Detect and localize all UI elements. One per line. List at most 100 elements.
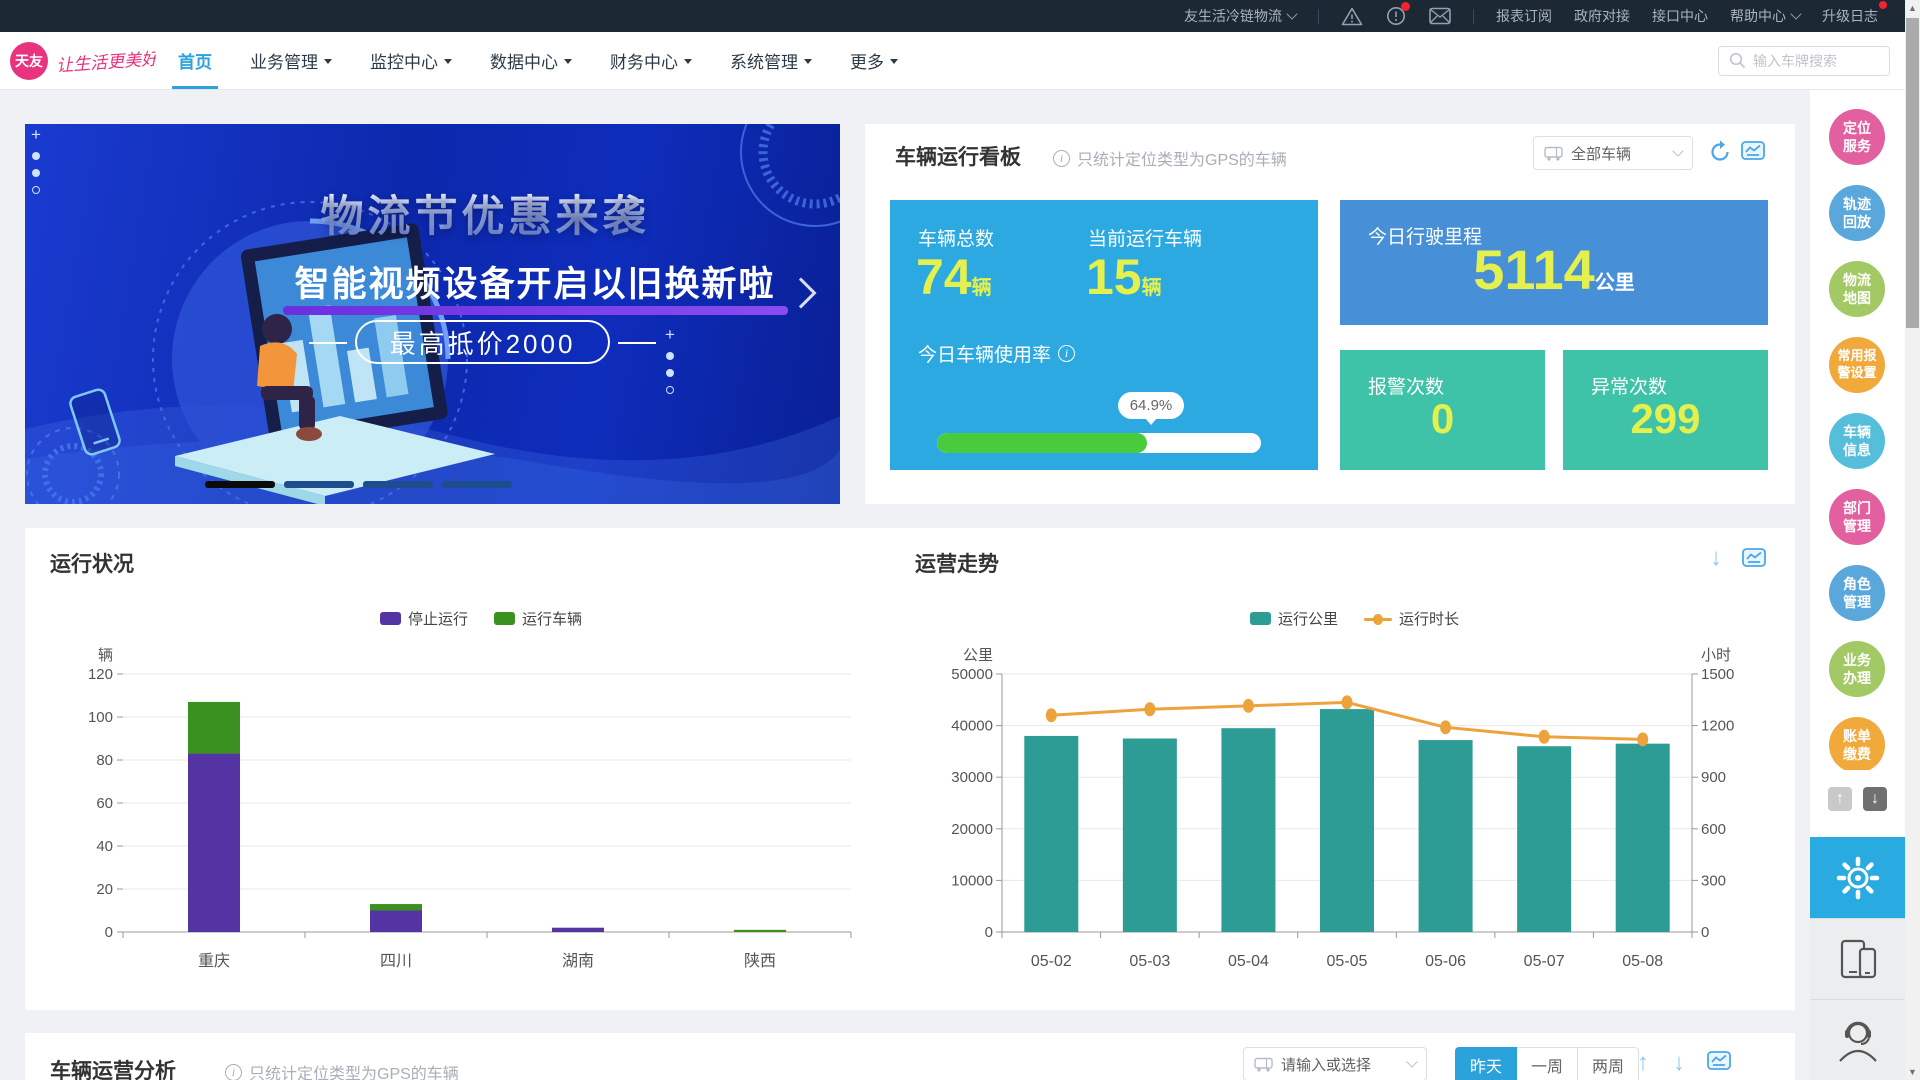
legend-item-stopped[interactable]: 停止运行 xyxy=(380,608,468,629)
chevron-down-icon xyxy=(1406,1056,1417,1067)
range-yesterday-button[interactable]: 昨天 xyxy=(1455,1047,1517,1080)
operation-trend-title: 运营走势 xyxy=(915,548,999,578)
info-icon: i xyxy=(1058,345,1075,362)
notification-badge xyxy=(1401,2,1410,11)
mobile-app-button[interactable] xyxy=(1810,918,1905,999)
search-icon xyxy=(1729,52,1746,69)
nav-item-system[interactable]: 系统管理 xyxy=(730,32,812,89)
nav-menu: 首页 业务管理 监控中心 数据中心 财务中心 系统管理 更多 xyxy=(178,32,898,89)
gps-hint: i 只统计定位类型为GPS的车辆 xyxy=(225,1060,459,1080)
search-input[interactable] xyxy=(1753,53,1879,69)
link-report-subscribe[interactable]: 报表订阅 xyxy=(1496,6,1552,26)
mail-icon[interactable] xyxy=(1429,7,1451,25)
download-icon[interactable]: ↓ xyxy=(1710,546,1722,570)
legend-item-hours[interactable]: 运行时长 xyxy=(1364,608,1459,629)
nav-item-more[interactable]: 更多 xyxy=(850,32,898,89)
shortcut-alarm-settings[interactable]: 常用报警设置 xyxy=(1829,337,1885,393)
carousel-dot[interactable] xyxy=(363,481,433,488)
link-government[interactable]: 政府对接 xyxy=(1574,6,1630,26)
svg-text:四川: 四川 xyxy=(380,953,412,970)
svg-text:0: 0 xyxy=(1701,924,1709,941)
carousel-dot[interactable] xyxy=(442,481,512,488)
warning-icon[interactable] xyxy=(1341,7,1363,26)
carousel-dot[interactable] xyxy=(284,481,354,488)
caret-down-icon xyxy=(890,59,898,68)
shortcut-page-down-button[interactable]: ↓ xyxy=(1863,787,1887,811)
bus-icon xyxy=(1544,146,1563,161)
alert-bell-icon[interactable] xyxy=(1385,5,1407,27)
svg-text:30000: 30000 xyxy=(951,769,993,786)
nav-item-finance[interactable]: 财务中心 xyxy=(610,32,692,89)
trend-chart-icon[interactable] xyxy=(1707,1051,1731,1073)
shortcut-rail: 定位服务 轨迹回放 物流地图 常用报警设置 车辆信息 部门管理 角色管理 业务办… xyxy=(1810,90,1905,1080)
vehicle-dashboard-panel: 车辆运行看板 i 只统计定位类型为GPS的车辆 全部车辆 车辆总数 74辆 当前… xyxy=(865,124,1795,504)
range-one-week-button[interactable]: 一周 xyxy=(1517,1047,1578,1080)
date-range-group: 昨天 一周 两周 xyxy=(1455,1047,1639,1080)
chevron-down-icon xyxy=(1672,145,1683,156)
shortcut-department-mgmt[interactable]: 部门管理 xyxy=(1829,489,1885,545)
svg-text:10000: 10000 xyxy=(951,872,993,889)
chevron-down-icon xyxy=(1286,8,1297,19)
legend-item-running[interactable]: 运行车辆 xyxy=(494,608,582,629)
running-vehicles-label: 当前运行车辆 xyxy=(1088,224,1202,251)
vehicle-filter-select[interactable]: 全部车辆 xyxy=(1533,136,1693,170)
svg-text:重庆: 重庆 xyxy=(198,952,230,970)
link-help-center[interactable]: 帮助中心 xyxy=(1730,6,1800,26)
settings-button[interactable] xyxy=(1810,837,1905,918)
shortcut-bill-payment[interactable]: 账单缴费 xyxy=(1829,717,1885,770)
operation-trend-legend: 运行公里 运行时长 xyxy=(1250,608,1459,629)
svg-text:300: 300 xyxy=(1701,872,1726,889)
svg-text:120: 120 xyxy=(88,666,113,683)
shortcut-logistics-map[interactable]: 物流地图 xyxy=(1829,261,1885,317)
page-scrollbar: ▲ ▼ xyxy=(1905,0,1920,1080)
scrollbar-down-arrow[interactable]: ▼ xyxy=(1905,1064,1920,1080)
shortcut-role-mgmt[interactable]: 角色管理 xyxy=(1829,565,1885,621)
svg-text:05-02: 05-02 xyxy=(1031,953,1072,970)
shortcut-business-handle[interactable]: 业务办理 xyxy=(1829,641,1885,697)
range-two-weeks-button[interactable]: 两周 xyxy=(1578,1047,1639,1080)
caret-down-icon xyxy=(444,59,452,68)
svg-text:100: 100 xyxy=(88,709,113,726)
promo-banner[interactable]: + + 物流节优惠来袭 智能视频设备开启以旧换新啦 最高抵价2000 xyxy=(25,124,840,504)
running-status-chart: 020406080100120辆重庆四川湖南陕西 xyxy=(65,640,865,980)
refresh-icon[interactable] xyxy=(1708,140,1732,164)
nav-item-home[interactable]: 首页 xyxy=(178,32,212,89)
trend-chart-icon[interactable] xyxy=(1742,548,1766,570)
arrow-up-icon[interactable]: ↑ xyxy=(1637,1051,1649,1075)
running-status-title: 运行状况 xyxy=(50,548,134,578)
svg-text:0: 0 xyxy=(985,924,993,941)
customer-service-button[interactable] xyxy=(1810,999,1905,1080)
shortcut-page-up-button[interactable]: ↑ xyxy=(1828,787,1852,811)
scrollbar-thumb[interactable] xyxy=(1906,18,1919,328)
link-upgrade-log[interactable]: 升级日志 xyxy=(1822,6,1878,26)
svg-text:600: 600 xyxy=(1701,821,1726,838)
banner-decoration-left: + xyxy=(31,126,41,194)
legend-item-km[interactable]: 运行公里 xyxy=(1250,608,1338,629)
carousel-dot[interactable] xyxy=(205,481,275,488)
shortcut-location-service[interactable]: 定位服务 xyxy=(1829,109,1885,165)
scrollbar-up-arrow[interactable]: ▲ xyxy=(1905,0,1920,16)
shortcut-track-replay[interactable]: 轨迹回放 xyxy=(1829,185,1885,241)
usage-rate-label: 今日车辆使用率 i xyxy=(918,340,1075,367)
svg-text:05-08: 05-08 xyxy=(1622,953,1663,970)
running-status-legend: 停止运行 运行车辆 xyxy=(380,608,582,629)
svg-text:陕西: 陕西 xyxy=(744,952,776,970)
svg-text:05-05: 05-05 xyxy=(1327,953,1368,970)
nav-item-monitor[interactable]: 监控中心 xyxy=(370,32,452,89)
shortcut-pager: ↑ ↓ xyxy=(1810,787,1905,811)
svg-text:05-03: 05-03 xyxy=(1129,953,1170,970)
brand-logo: 天友 xyxy=(10,42,48,80)
legend-line-swatch xyxy=(1364,612,1392,626)
operation-trend-chart: 0100002000030000400005000003006009001200… xyxy=(930,640,1760,980)
trend-chart-icon[interactable] xyxy=(1741,141,1765,163)
shortcut-vehicle-info[interactable]: 车辆信息 xyxy=(1829,413,1885,469)
svg-text:05-06: 05-06 xyxy=(1425,953,1466,970)
fleet-stats-card: 车辆总数 74辆 当前运行车辆 15辆 今日车辆使用率 i 64.9% xyxy=(890,200,1318,470)
link-api-center[interactable]: 接口中心 xyxy=(1652,6,1708,26)
nav-item-data-center[interactable]: 数据中心 xyxy=(490,32,572,89)
analysis-vehicle-select[interactable]: 请输入或选择 xyxy=(1243,1047,1427,1080)
company-switcher[interactable]: 友生活冷链物流 xyxy=(1184,6,1296,26)
alarm-value: 0 xyxy=(1340,398,1545,440)
arrow-down-icon[interactable]: ↓ xyxy=(1673,1051,1685,1075)
nav-item-business[interactable]: 业务管理 xyxy=(250,32,332,89)
